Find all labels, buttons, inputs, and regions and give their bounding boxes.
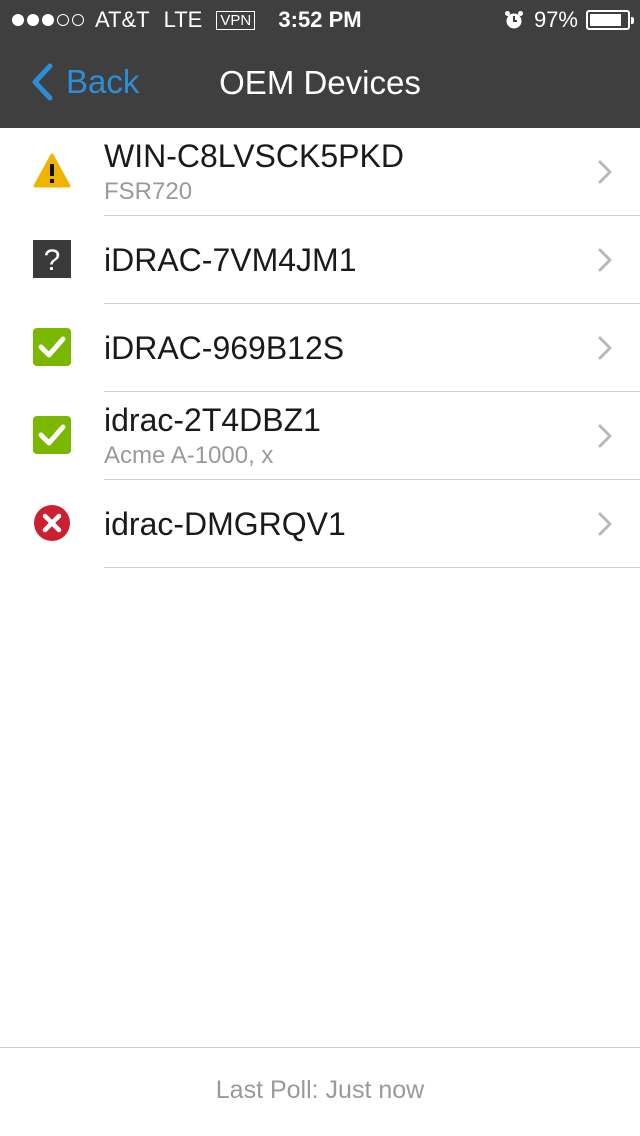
row-divider [104, 567, 640, 568]
ok-icon [33, 416, 71, 454]
device-list: WIN-C8LVSCK5PKD FSR720 ? iDRAC-7VM4JM1 i… [0, 128, 640, 568]
device-model: FSR720 [104, 178, 193, 205]
last-poll-label: Last Poll: Just now [215, 1076, 425, 1104]
device-row[interactable]: ? iDRAC-7VM4JM1 [0, 216, 640, 304]
screen: AT&T LTE VPN 3:52 PM 97% Back OEM Device… [0, 0, 640, 1136]
status-right: 97% [504, 7, 634, 33]
battery-fill [590, 14, 621, 26]
chevron-right-icon [598, 424, 612, 448]
chevron-right-icon [598, 336, 612, 360]
device-model: Acme A-1000, x [104, 442, 274, 469]
device-name: idrac-DMGRQV1 [104, 506, 346, 542]
status-bar: AT&T LTE VPN 3:52 PM 97% [0, 0, 640, 40]
device-name: WIN-C8LVSCK5PKD [104, 138, 404, 174]
warning-icon [33, 153, 71, 188]
chevron-right-icon [598, 160, 612, 184]
chevron-right-icon [598, 512, 612, 536]
device-row[interactable]: idrac-DMGRQV1 [0, 480, 640, 568]
svg-text:?: ? [44, 244, 61, 277]
device-name: iDRAC-7VM4JM1 [104, 242, 357, 278]
critical-icon [34, 505, 70, 541]
device-row[interactable]: WIN-C8LVSCK5PKD FSR720 [0, 128, 640, 216]
page-title: OEM Devices [219, 64, 421, 101]
unknown-icon: ? [33, 240, 71, 278]
battery-icon [586, 10, 634, 30]
device-row[interactable]: iDRAC-969B12S [0, 304, 640, 392]
footer: Last Poll: Just now [0, 1047, 640, 1136]
alarm-icon [504, 11, 523, 29]
battery-tip [631, 17, 634, 24]
battery-percent: 97% [533, 7, 578, 32]
chevron-right-icon [598, 248, 612, 272]
device-name: iDRAC-969B12S [104, 330, 345, 366]
device-name: idrac-2T4DBZ1 [104, 402, 321, 438]
ok-icon [33, 328, 71, 366]
device-row[interactable]: idrac-2T4DBZ1 Acme A-1000, x [0, 392, 640, 480]
navigation-bar: Back OEM Devices [0, 40, 640, 128]
